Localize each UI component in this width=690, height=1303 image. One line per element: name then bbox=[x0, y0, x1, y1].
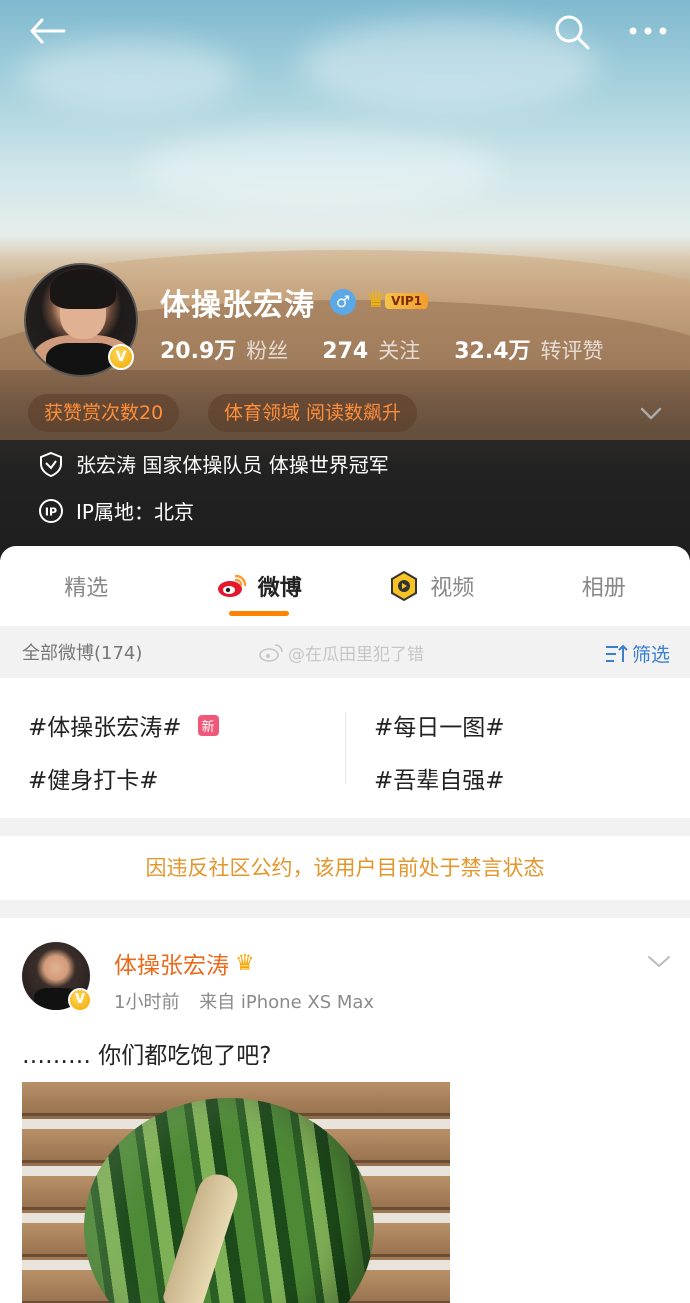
cloud bbox=[140, 130, 500, 210]
profile-name: 体操张宏涛 bbox=[160, 288, 315, 323]
filter-label: 筛选 bbox=[631, 644, 670, 666]
shield-icon bbox=[40, 451, 62, 477]
crown-icon: ♛ bbox=[235, 950, 255, 976]
following-label[interactable]: 关注 bbox=[378, 335, 420, 365]
following-count[interactable]: 274 bbox=[322, 339, 368, 364]
watermark: @在瓜田里犯了错 bbox=[258, 640, 424, 665]
divider bbox=[345, 712, 346, 784]
vip-badge[interactable]: ♛ VIP1 bbox=[366, 288, 428, 314]
filter-bar: 全部微博(174) @在瓜田里犯了错 筛选 bbox=[0, 626, 690, 678]
post-author-name: 体操张宏涛 bbox=[114, 953, 229, 979]
svg-text:IP: IP bbox=[45, 505, 57, 518]
bio-row: 张宏涛 国家体操队员 体操世界冠军 bbox=[38, 449, 389, 478]
tab-weibo[interactable]: 微博 bbox=[173, 546, 346, 626]
filter-button[interactable]: 筛选 bbox=[604, 640, 670, 667]
followers-label[interactable]: 粉丝 bbox=[246, 335, 288, 365]
tab-album[interactable]: 相册 bbox=[518, 546, 690, 626]
topic-text: #体操张宏涛# bbox=[28, 715, 182, 741]
topic-text: #吾辈自强# bbox=[374, 768, 505, 794]
ban-notice: 因违反社区公约，该用户目前处于禁言状态 bbox=[0, 836, 690, 900]
chevron-down-icon[interactable] bbox=[638, 400, 664, 426]
tab-active-indicator bbox=[228, 611, 289, 616]
crown-icon: ♛ bbox=[366, 288, 386, 313]
verified-badge-icon: V bbox=[68, 988, 92, 1012]
followers-count[interactable]: 20.9万 bbox=[160, 333, 236, 365]
post-text: ……… 你们都吃饱了吧? bbox=[22, 1043, 272, 1069]
new-badge: 新 bbox=[197, 714, 219, 736]
topic-text: #每日一图# bbox=[374, 715, 505, 741]
profile-tabs: 精选 微博 视频 相册 bbox=[0, 546, 690, 626]
domain-tag[interactable]: 体育领域 阅读数飙升 bbox=[208, 394, 418, 432]
tab-label: 精选 bbox=[64, 576, 109, 601]
post-image[interactable] bbox=[22, 1082, 450, 1303]
watermark-text: @在瓜田里犯了错 bbox=[288, 645, 424, 665]
post-author[interactable]: 体操张宏涛 ♛ bbox=[114, 946, 255, 980]
male-icon: ♂ bbox=[330, 289, 356, 315]
back-icon[interactable] bbox=[28, 14, 68, 48]
topic-item[interactable]: #每日一图# bbox=[374, 708, 505, 742]
more-icon[interactable] bbox=[626, 18, 670, 44]
filter-icon bbox=[605, 644, 628, 662]
avatar-figure bbox=[50, 269, 116, 309]
tab-label: 视频 bbox=[430, 576, 475, 601]
profile-stats: 20.9万 粉丝 274 关注 32.4万 转评赞 bbox=[160, 333, 638, 365]
tab-video[interactable]: 视频 bbox=[345, 546, 518, 626]
profile-header: V 体操张宏涛 ♂ ♛ VIP1 20.9万 粉丝 274 关注 32.4万 转… bbox=[0, 0, 690, 560]
tab-featured[interactable]: 精选 bbox=[0, 546, 173, 626]
vip-label: VIP1 bbox=[385, 293, 428, 309]
reward-tag[interactable]: 获赞赏次数20 bbox=[28, 394, 180, 432]
ip-row: IP IP属地：北京 bbox=[38, 496, 194, 525]
topic-text: #健身打卡# bbox=[28, 768, 159, 794]
topic-grid: #体操张宏涛# 新 #健身打卡# #每日一图# #吾辈自强# bbox=[0, 678, 690, 818]
post-source: 来自 iPhone XS Max bbox=[199, 992, 375, 1013]
post-meta: 1小时前 来自 iPhone XS Max bbox=[114, 988, 374, 1014]
engagement-label: 转评赞 bbox=[540, 339, 604, 363]
video-icon bbox=[391, 570, 418, 602]
ip-location-text: IP属地：北京 bbox=[76, 500, 194, 524]
weibo-logo-icon bbox=[217, 574, 246, 597]
cloud bbox=[20, 40, 240, 110]
post-time: 1小时前 bbox=[114, 992, 180, 1013]
ip-location-icon: IP bbox=[39, 498, 63, 523]
tab-label: 相册 bbox=[581, 576, 626, 601]
topic-item[interactable]: #吾辈自强# bbox=[374, 761, 505, 795]
verified-badge-icon: V bbox=[108, 344, 134, 370]
search-icon[interactable] bbox=[552, 12, 592, 52]
chevron-down-icon[interactable] bbox=[646, 950, 672, 972]
post-count[interactable]: 全部微博(174) bbox=[22, 639, 142, 665]
topic-item[interactable]: #健身打卡# bbox=[28, 761, 159, 795]
tab-label: 微博 bbox=[257, 576, 302, 601]
topic-item[interactable]: #体操张宏涛# 新 bbox=[28, 708, 219, 742]
post-card[interactable]: V 体操张宏涛 ♛ 1小时前 来自 iPhone XS Max ……… 你们都吃… bbox=[0, 918, 690, 1303]
weibo-watermark-icon bbox=[259, 643, 283, 662]
engagement-count: 32.4万 bbox=[454, 339, 531, 364]
bio-text: 张宏涛 国家体操队员 体操世界冠军 bbox=[76, 453, 389, 477]
